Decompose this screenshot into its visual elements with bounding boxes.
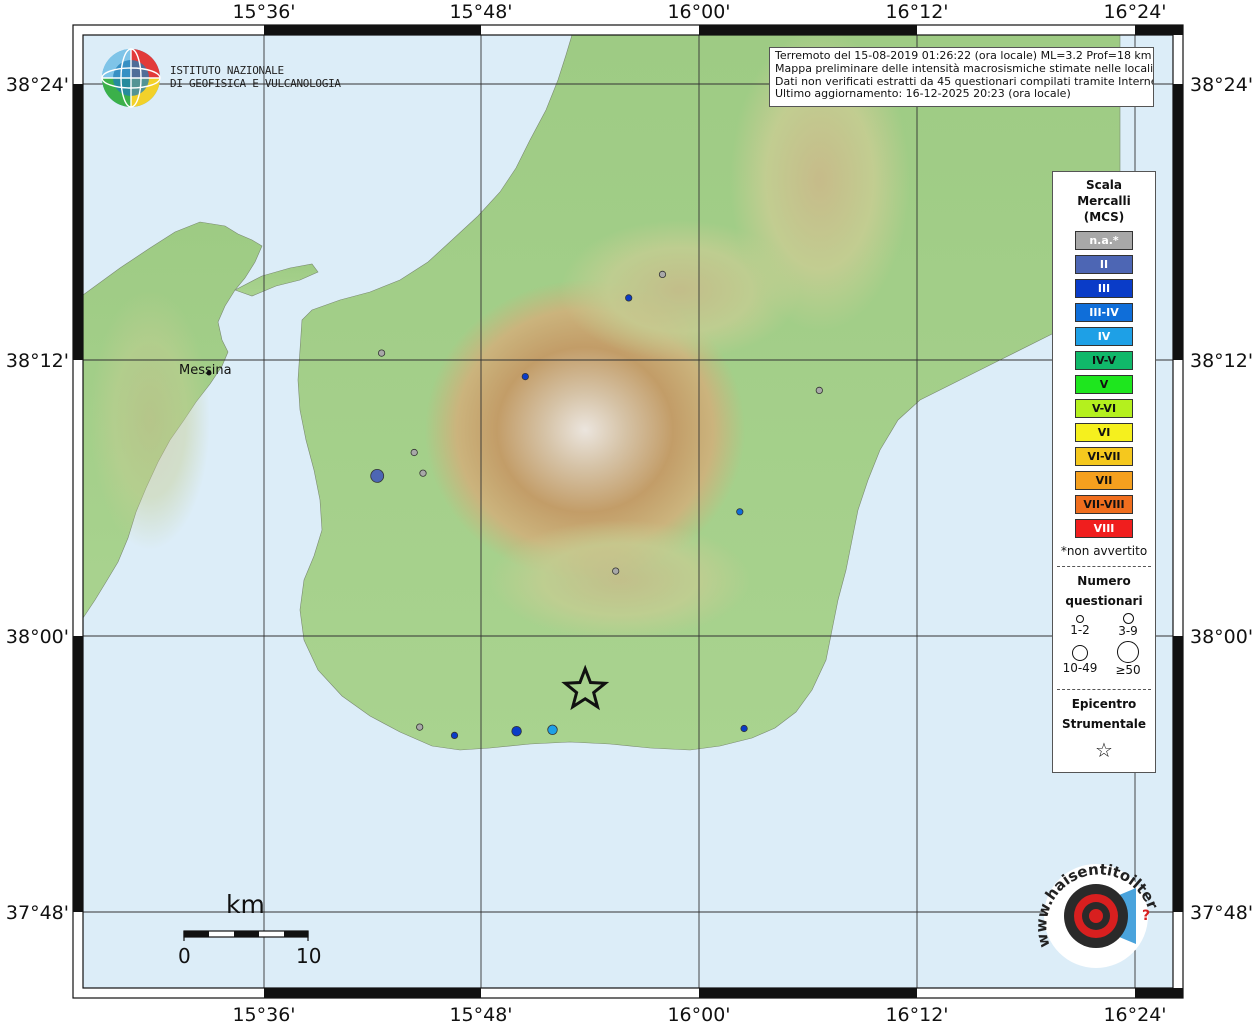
legend-separator bbox=[1057, 566, 1151, 567]
lat-label-right: 37°48' bbox=[1190, 902, 1253, 924]
size-class-label: 1-2 bbox=[1070, 623, 1090, 637]
legend-title-line: (MCS) bbox=[1083, 210, 1125, 224]
legend-title: Scala Mercalli (MCS) bbox=[1053, 177, 1155, 225]
lon-label-bottom: 16°00' bbox=[667, 1004, 730, 1024]
observation-point[interactable] bbox=[625, 294, 633, 302]
ingv-name-line1: ISTITUTO NAZIONALE bbox=[170, 64, 284, 77]
count-size-legend: 1-2 3-9 10-49 ≥50 bbox=[1053, 611, 1155, 681]
size-class-label: 3-9 bbox=[1118, 624, 1138, 638]
info-line-last-update: Ultimo aggiornamento: 16-12-2025 20:23 (… bbox=[775, 87, 1071, 101]
ingv-name-line2: DI GEOFISICA E VULCANOLOGIA bbox=[170, 77, 341, 90]
lat-label-left: 38°24' bbox=[6, 74, 69, 96]
size-circle-icon bbox=[1072, 645, 1088, 661]
observation-point[interactable] bbox=[450, 731, 459, 740]
legend-swatch: III bbox=[1075, 279, 1133, 298]
epicenter-legend-title-line: Epicentro bbox=[1071, 697, 1137, 711]
event-info-box: Terremoto del 15-08-2019 01:26:22 (ora l… bbox=[769, 47, 1154, 107]
lon-label-top: 15°48' bbox=[449, 1, 512, 23]
lat-label-right: 38°24' bbox=[1190, 74, 1253, 96]
size-class-3: 10-49 bbox=[1055, 645, 1105, 675]
lon-label-bottom: 16°12' bbox=[885, 1004, 948, 1024]
scale-bar-unit: km bbox=[226, 890, 265, 919]
observation-point[interactable] bbox=[370, 468, 385, 483]
lon-label-top: 16°24' bbox=[1103, 1, 1166, 23]
observation-point[interactable] bbox=[736, 508, 744, 516]
lat-label-right: 38°12' bbox=[1190, 350, 1253, 372]
south-relief bbox=[490, 520, 750, 640]
legend-note: *non avvertito bbox=[1060, 544, 1148, 558]
legend-swatch: VIII bbox=[1075, 519, 1133, 538]
lat-label-left: 38°12' bbox=[6, 350, 69, 372]
size-class-label: 10-49 bbox=[1062, 661, 1098, 675]
legend-items: n.a.* II III III-IV IV IV-V V V-VI VI VI-VII VII VI… bbox=[1053, 231, 1155, 538]
legend-swatch: IV bbox=[1075, 327, 1133, 346]
observation-point[interactable] bbox=[815, 386, 823, 394]
size-circle-icon bbox=[1076, 615, 1084, 623]
legend-title-line: Mercalli bbox=[1077, 194, 1131, 208]
legend-swatch: VI bbox=[1075, 423, 1133, 442]
ingv-logo-icon bbox=[101, 48, 161, 108]
size-class-4: ≥50 bbox=[1103, 641, 1153, 677]
lat-labels-left: 38°24' 38°12' 38°00' 37°48' bbox=[6, 74, 69, 924]
legend-swatch: V-VI bbox=[1075, 399, 1133, 418]
size-circle-icon bbox=[1117, 641, 1139, 663]
observation-point[interactable] bbox=[419, 469, 427, 477]
observation-point[interactable] bbox=[416, 723, 424, 731]
lat-label-right: 38°00' bbox=[1190, 626, 1253, 648]
size-class-1: 1-2 bbox=[1055, 615, 1105, 637]
lon-label-top: 16°00' bbox=[667, 1, 730, 23]
lon-label-top: 15°36' bbox=[232, 1, 295, 23]
count-legend-title-line: questionari bbox=[1065, 594, 1143, 608]
observation-point[interactable] bbox=[521, 372, 529, 381]
lat-labels-right: 38°24' 38°12' 38°00' 37°48' bbox=[1190, 74, 1253, 924]
observation-point[interactable] bbox=[547, 724, 558, 736]
observation-point[interactable] bbox=[612, 567, 620, 575]
legend-swatch: VI-VII bbox=[1075, 447, 1133, 466]
city-label-messina: Messina bbox=[179, 363, 232, 378]
lon-label-top: 16°12' bbox=[885, 1, 948, 23]
epicenter-legend-title: Epicentro Strumentale bbox=[1053, 694, 1155, 734]
legend-swatch: III-IV bbox=[1075, 303, 1133, 322]
legend-swatch: II bbox=[1075, 255, 1133, 274]
info-line-description: Mappa preliminare delle intensità macros… bbox=[775, 61, 1154, 75]
scale-bar-start: 0 bbox=[178, 944, 191, 968]
legend-separator bbox=[1057, 689, 1151, 690]
intensity-legend: Scala Mercalli (MCS) n.a.* II III III-IV IV I… bbox=[1052, 171, 1156, 773]
legend-swatch: n.a.* bbox=[1075, 231, 1133, 250]
count-legend-title: Numero questionari bbox=[1053, 571, 1155, 611]
size-circle-icon bbox=[1122, 613, 1134, 624]
lon-label-bottom: 15°48' bbox=[449, 1004, 512, 1024]
sicily-relief bbox=[90, 290, 210, 550]
observation-point[interactable] bbox=[511, 726, 522, 737]
observation-point[interactable] bbox=[740, 724, 748, 733]
lon-labels-top: 15°36' 15°48' 16°00' 16°12' 16°24' bbox=[232, 1, 1166, 23]
lon-labels-bottom: 15°36' 15°48' 16°00' 16°12' 16°24' bbox=[232, 1004, 1166, 1024]
legend-swatch: IV-V bbox=[1075, 351, 1133, 370]
legend-swatch: VII bbox=[1075, 471, 1133, 490]
count-legend-title-line: Numero bbox=[1077, 574, 1131, 588]
epicenter-legend-title-line: Strumentale bbox=[1061, 717, 1147, 731]
observation-point[interactable] bbox=[658, 270, 667, 278]
scale-bar-end: 10 bbox=[296, 944, 322, 968]
ridge-relief bbox=[560, 220, 800, 360]
lon-label-bottom: 15°36' bbox=[232, 1004, 295, 1024]
legend-swatch: VII-VIII bbox=[1075, 495, 1133, 514]
legend-title-line: Scala bbox=[1085, 178, 1123, 192]
info-line-event: Terremoto del 15-08-2019 01:26:22 (ora l… bbox=[775, 49, 1152, 62]
epicenter-star-icon: ☆ bbox=[1095, 738, 1113, 762]
lat-label-left: 38°00' bbox=[6, 626, 69, 648]
legend-swatch: V bbox=[1075, 375, 1133, 394]
observation-point[interactable] bbox=[377, 349, 386, 357]
observation-point[interactable] bbox=[410, 448, 418, 457]
ingv-name: ISTITUTO NAZIONALE DI GEOFISICA E VULCAN… bbox=[170, 64, 341, 90]
lon-label-bottom: 16°24' bbox=[1103, 1004, 1166, 1024]
size-class-label: ≥50 bbox=[1115, 663, 1141, 677]
size-class-2: 3-9 bbox=[1103, 613, 1153, 638]
lat-label-left: 37°48' bbox=[6, 902, 69, 924]
